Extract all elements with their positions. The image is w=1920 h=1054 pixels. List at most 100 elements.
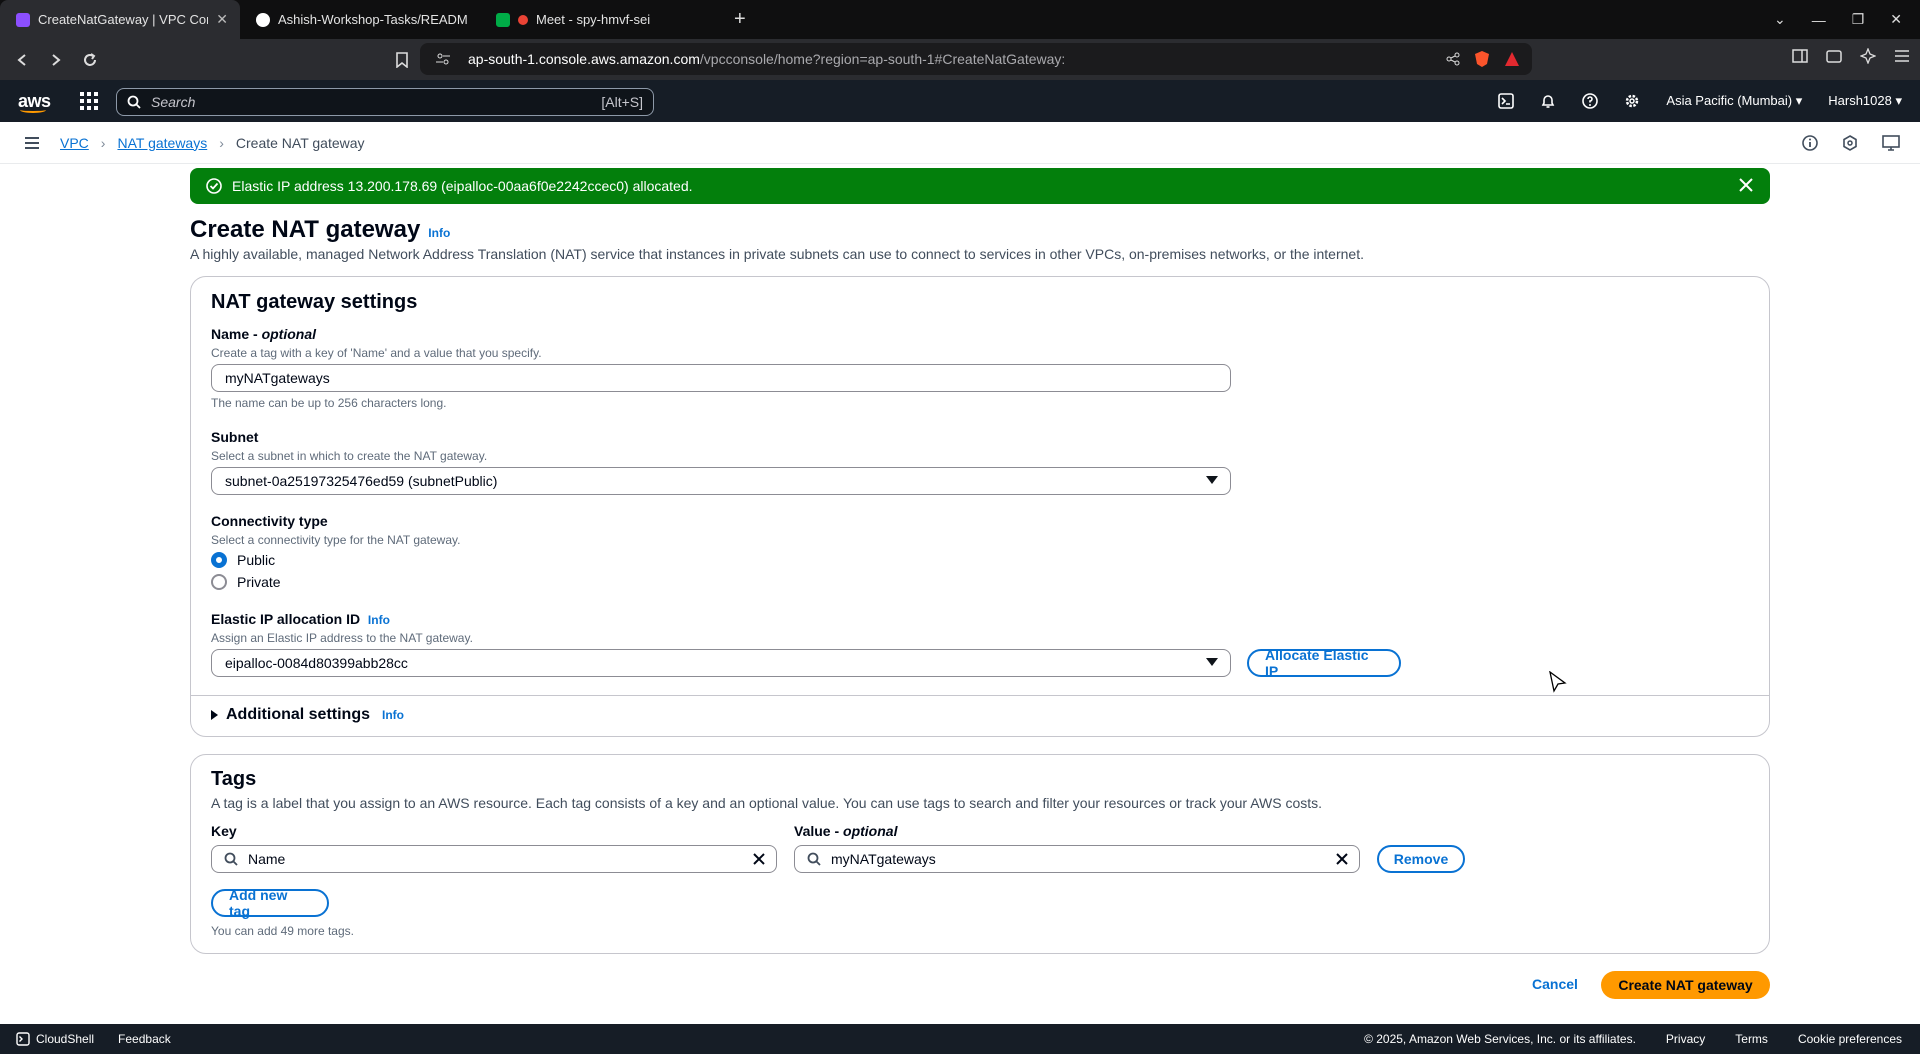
breadcrumb-nat-gateways[interactable]: NAT gateways bbox=[117, 135, 207, 151]
help-icon[interactable] bbox=[1582, 93, 1599, 109]
caret-right-icon bbox=[211, 710, 218, 720]
brave-shields-icon[interactable] bbox=[1474, 50, 1490, 68]
github-favicon-icon bbox=[256, 12, 270, 27]
bookmark-icon[interactable] bbox=[390, 48, 414, 72]
caret-down-icon bbox=[1206, 476, 1218, 484]
search-shortcut: [Alt+S] bbox=[601, 94, 643, 110]
allocate-elastic-ip-button[interactable]: Allocate Elastic IP bbox=[1247, 647, 1401, 679]
notifications-panel-icon[interactable] bbox=[1842, 134, 1858, 151]
terms-link[interactable]: Terms bbox=[1735, 1032, 1768, 1046]
search-input[interactable]: Search [Alt+S] bbox=[116, 88, 654, 116]
eip-select-value: eipalloc-0084d80399abb28cc bbox=[225, 655, 408, 671]
region-selector[interactable]: Asia Pacific (Mumbai) ▾ bbox=[1666, 93, 1802, 109]
search-placeholder: Search bbox=[151, 94, 196, 110]
tutorial-panel-icon[interactable] bbox=[1882, 134, 1900, 151]
create-nat-gateway-button[interactable]: Create NAT gateway bbox=[1601, 971, 1770, 999]
breadcrumb-vpc[interactable]: VPC bbox=[60, 135, 89, 151]
eip-select[interactable]: eipalloc-0084d80399abb28cc bbox=[211, 649, 1231, 677]
page-info-link[interactable]: Info bbox=[428, 226, 450, 240]
address-bar[interactable]: ap-south-1.console.aws.amazon.com/vpccon… bbox=[420, 43, 1532, 75]
cloudshell-label: CloudShell bbox=[36, 1032, 95, 1046]
aws-logo[interactable]: aws bbox=[18, 91, 52, 113]
subnet-label: Subnet bbox=[211, 429, 259, 445]
leo-ai-icon[interactable] bbox=[1860, 48, 1876, 64]
radio-private[interactable]: Private bbox=[211, 574, 281, 590]
additional-settings-expander[interactable]: Additional settings Info bbox=[211, 706, 404, 724]
caret-down-icon bbox=[1206, 658, 1218, 666]
radio-public[interactable]: Public bbox=[211, 552, 275, 568]
info-panel-icon[interactable] bbox=[1802, 134, 1818, 151]
reload-icon[interactable] bbox=[78, 48, 102, 72]
search-icon bbox=[224, 852, 238, 866]
name-label: Name - optional bbox=[211, 326, 542, 342]
name-label-text: Name - bbox=[211, 326, 262, 342]
tag-key-input[interactable]: Name bbox=[211, 845, 777, 873]
meet-favicon-icon bbox=[496, 12, 510, 27]
search-icon bbox=[127, 95, 141, 109]
forward-icon[interactable] bbox=[44, 48, 68, 72]
additional-info-link[interactable]: Info bbox=[382, 708, 404, 722]
sidebar-icon[interactable] bbox=[1792, 49, 1808, 63]
cloudshell-icon[interactable] bbox=[1498, 93, 1515, 109]
tag-value-optional-text: optional bbox=[843, 823, 898, 839]
nat-gateway-settings-panel: NAT gateway settings Name - optional Cre… bbox=[190, 276, 1770, 737]
browser-toolbar-right bbox=[1792, 48, 1910, 64]
subnet-select-value: subnet-0a25197325476ed59 (subnetPublic) bbox=[225, 473, 498, 489]
aws-console-header: aws Search [Alt+S] Asia Pacific (Mumbai)… bbox=[0, 80, 1920, 122]
tab-title: Ashish-Workshop-Tasks/README bbox=[278, 12, 468, 27]
tag-value-label-text: Value - bbox=[794, 823, 844, 839]
name-input[interactable]: myNATgateways bbox=[211, 364, 1231, 392]
header-right: Asia Pacific (Mumbai) ▾ Harsh1028 ▾ bbox=[1498, 80, 1902, 122]
page-title: Create NAT gateway bbox=[190, 216, 421, 243]
services-menu-icon[interactable] bbox=[80, 92, 98, 110]
section-divider bbox=[191, 695, 1769, 696]
back-icon[interactable] bbox=[10, 48, 34, 72]
subnet-hint: Select a subnet in which to create the N… bbox=[211, 449, 488, 463]
tab-list-icon[interactable]: ⌄ bbox=[1774, 11, 1786, 28]
add-new-tag-button[interactable]: Add new tag bbox=[211, 887, 329, 919]
privacy-link[interactable]: Privacy bbox=[1666, 1032, 1705, 1046]
eip-info-link[interactable]: Info bbox=[368, 613, 390, 627]
recording-icon bbox=[518, 14, 528, 25]
maximize-icon[interactable]: ❐ bbox=[1852, 11, 1865, 28]
cancel-button[interactable]: Cancel bbox=[1532, 976, 1578, 992]
window-controls: ⌄ — ❐ ✕ bbox=[1774, 0, 1920, 39]
remove-tag-button[interactable]: Remove bbox=[1377, 845, 1465, 873]
success-check-icon bbox=[206, 178, 222, 194]
minimize-icon[interactable]: — bbox=[1812, 12, 1826, 28]
subnet-select[interactable]: subnet-0a25197325476ed59 (subnetPublic) bbox=[211, 467, 1231, 495]
tags-limit-text: You can add 49 more tags. bbox=[211, 924, 354, 938]
new-tab-icon[interactable]: + bbox=[734, 8, 746, 31]
share-icon[interactable] bbox=[1446, 52, 1460, 66]
browser-tab-vpc[interactable]: CreateNatGateway | VPC Con ✕ bbox=[0, 0, 240, 39]
notifications-icon[interactable] bbox=[1540, 93, 1556, 109]
browser-menu-icon[interactable] bbox=[1894, 49, 1910, 63]
cloudshell-link[interactable]: CloudShell bbox=[16, 1032, 94, 1046]
hamburger-menu-icon[interactable] bbox=[24, 136, 40, 150]
site-settings-icon[interactable] bbox=[436, 53, 450, 65]
wallet-icon[interactable] bbox=[1826, 49, 1842, 63]
tag-key-value: Name bbox=[248, 851, 286, 867]
breadcrumb-tools bbox=[1802, 134, 1900, 151]
cookie-preferences-link[interactable]: Cookie preferences bbox=[1798, 1032, 1902, 1046]
clear-key-close-icon[interactable] bbox=[752, 852, 766, 866]
vpc-favicon-icon bbox=[16, 12, 30, 27]
browser-tab-meet[interactable]: Meet - spy-hmvf-sei bbox=[480, 0, 720, 39]
flash-message: Elastic IP address 13.200.178.69 (eipall… bbox=[232, 178, 693, 194]
tag-value-label: Value - optional bbox=[794, 823, 897, 839]
tag-value-input[interactable]: myNATgateways bbox=[794, 845, 1360, 873]
close-tab-icon[interactable]: ✕ bbox=[216, 11, 228, 28]
cloudshell-footer-icon bbox=[16, 1032, 30, 1046]
settings-gear-icon[interactable] bbox=[1624, 93, 1640, 109]
account-menu[interactable]: Harsh1028 ▾ bbox=[1828, 93, 1902, 109]
tags-heading: Tags bbox=[211, 768, 257, 790]
user-label: Harsh1028 bbox=[1828, 93, 1892, 108]
dismiss-flash-close-icon[interactable] bbox=[1738, 177, 1754, 193]
radio-unselected-icon bbox=[211, 574, 227, 590]
feedback-link[interactable]: Feedback bbox=[118, 1032, 171, 1046]
close-window-icon[interactable]: ✕ bbox=[1890, 11, 1902, 28]
browser-tab-github[interactable]: Ashish-Workshop-Tasks/README bbox=[240, 0, 480, 39]
brave-rewards-icon[interactable] bbox=[1504, 51, 1520, 67]
clear-value-close-icon[interactable] bbox=[1335, 852, 1349, 866]
tags-panel: Tags A tag is a label that you assign to… bbox=[190, 754, 1770, 954]
